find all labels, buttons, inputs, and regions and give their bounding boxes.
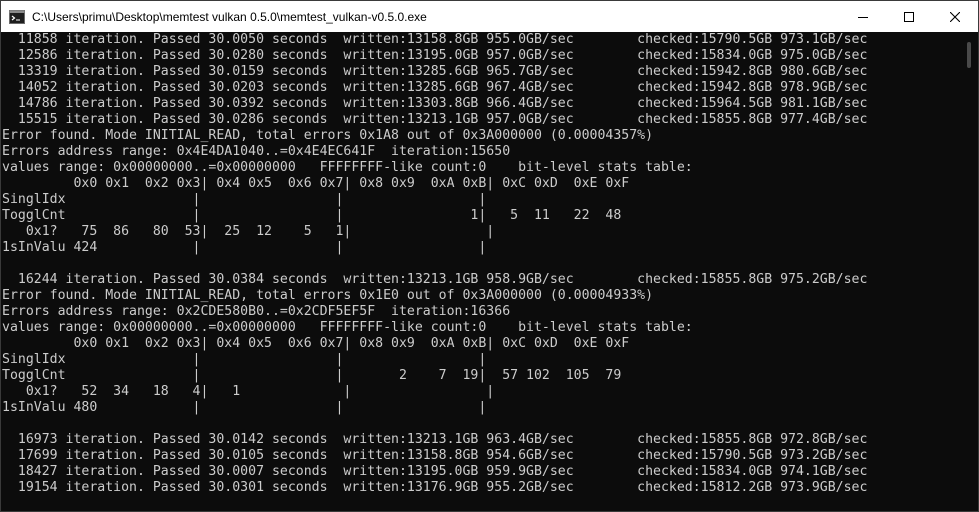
window-title: C:\Users\primu\Desktop\memtest vulkan 0.… [32,9,427,24]
console-app-icon[interactable] [9,9,25,25]
console-line: 14786 iteration. Passed 30.0392 seconds … [2,96,868,111]
console-line: 17699 iteration. Passed 30.0105 seconds … [2,448,868,463]
console-line: 18427 iteration. Passed 30.0007 seconds … [2,464,868,479]
window-controls [840,1,978,32]
console-line: 16244 iteration. Passed 30.0384 seconds … [2,272,868,287]
console-line: Errors address range: 0x4E4DA1040..=0x4E… [2,144,511,159]
console-line: 16973 iteration. Passed 30.0142 seconds … [2,432,868,447]
minimize-icon [858,16,868,18]
console-line: 1sInValu 424 | | | [2,240,487,255]
console-line: values range: 0x00000000..=0x00000000 FF… [2,320,693,335]
console-line: 15515 iteration. Passed 30.0286 seconds … [2,112,868,127]
minimize-button[interactable] [840,1,886,32]
maximize-icon [904,11,914,22]
console-output[interactable]: 11858 iteration. Passed 30.0050 seconds … [1,32,963,511]
close-icon [950,11,960,22]
console-line: 14052 iteration. Passed 30.0203 seconds … [2,80,868,95]
title-bar[interactable]: C:\Users\primu\Desktop\memtest vulkan 0.… [1,1,978,32]
console-line: Errors address range: 0x2CDE580B0..=0x2C… [2,304,511,319]
close-button[interactable] [932,1,978,32]
console-line: 1sInValu 480 | | | [2,400,487,415]
console-line: 0x0 0x1 0x2 0x3| 0x4 0x5 0x6 0x7| 0x8 0x… [2,176,630,191]
console-line: 19154 iteration. Passed 30.0301 seconds … [2,480,868,495]
console-line: SinglIdx | | | [2,352,487,367]
console-line: Error found. Mode INITIAL_READ, total er… [2,288,654,303]
console-line: values range: 0x00000000..=0x00000000 FF… [2,160,693,175]
maximize-button[interactable] [886,1,932,32]
scrollbar-thumb[interactable] [967,42,971,68]
console-line: TogglCnt | | 1| 5 11 22 48 [2,208,622,223]
console-line: 13319 iteration. Passed 30.0159 seconds … [2,64,868,79]
console-line: TogglCnt | | 2 7 19| 57 102 105 79 [2,368,622,383]
vertical-scrollbar[interactable] [961,32,977,511]
console-window: C:\Users\primu\Desktop\memtest vulkan 0.… [0,0,979,512]
console-line: 12586 iteration. Passed 30.0280 seconds … [2,48,868,63]
console-line: 0x1? 75 86 80 53| 25 12 5 1| | [2,224,495,239]
console-line: 0x0 0x1 0x2 0x3| 0x4 0x5 0x6 0x7| 0x8 0x… [2,336,630,351]
console-line: Error found. Mode INITIAL_READ, total er… [2,128,654,143]
console-line: SinglIdx | | | [2,192,487,207]
console-line: 0x1? 52 34 18 4| 1 | | [2,384,495,399]
console-line: 11858 iteration. Passed 30.0050 seconds … [2,32,868,47]
